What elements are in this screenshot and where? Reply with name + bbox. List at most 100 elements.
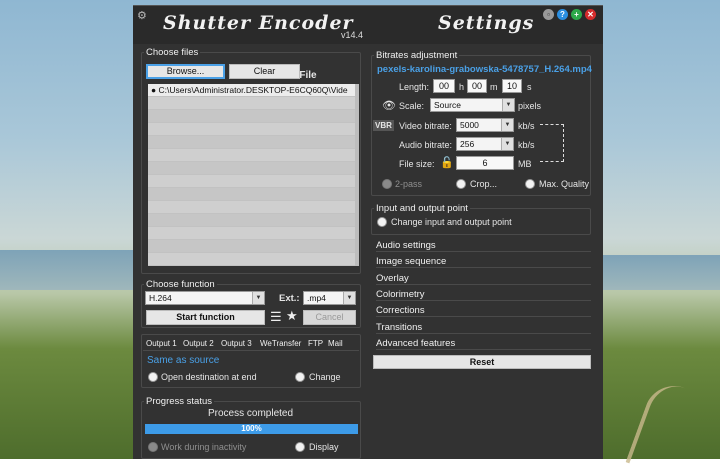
output-filename: pexels-karolina-grabowska-5478757_H.264.… [377,64,592,75]
file-path: C:\Users\Administrator.DESKTOP-E6CQ60Q\V… [158,85,348,95]
file-list[interactable]: ● C:\Users\Administrator.DESKTOP-E6CQ60Q… [148,84,355,266]
work-inactivity-radio[interactable] [148,442,158,452]
section-advanced-features[interactable]: Advanced features [376,338,591,350]
progress-bar: 100% [145,424,358,434]
section-transitions[interactable]: Transitions [376,322,591,334]
clear-button[interactable]: Clear [229,64,300,79]
video-bitrate-label: Video bitrate: [399,121,452,131]
scale-label: Scale: [399,101,425,111]
maximize-icon[interactable]: + [571,9,582,20]
chevron-down-icon: ▼ [343,292,355,304]
chevron-down-icon: ▼ [501,138,513,150]
choose-files-legend: Choose files [144,47,201,58]
hill-path [625,377,685,472]
change-destination-radio[interactable] [295,372,305,382]
io-point-radio[interactable] [377,217,387,227]
audio-bitrate-label: Audio bitrate: [399,140,453,150]
section-image-sequence[interactable]: Image sequence [376,256,591,268]
extension-value: .mp4 [307,293,326,303]
list-row-empty [148,240,355,253]
list-row-empty [148,149,355,162]
list-row-empty [148,214,355,227]
audio-bitrate-value: 256 [460,139,475,149]
change-destination-label: Change [309,372,341,382]
list-row-empty [148,162,355,175]
bitrates-legend: Bitrates adjustment [374,50,460,61]
destination-path: Same as source [147,355,220,366]
crop-label: Crop... [470,179,498,189]
tab-mail[interactable]: Mail [328,339,343,348]
scale-unit: pixels [518,101,542,111]
video-bitrate-unit: kb/s [518,121,535,131]
file-list-scrollbar[interactable] [355,84,359,266]
file-size-input[interactable]: 6 [456,156,514,170]
io-point-label: Change input and output point [391,217,512,227]
tab-output-1[interactable]: Output 1 [146,339,177,348]
tab-ftp[interactable]: FTP [308,339,323,348]
hours-input[interactable]: 00 [433,79,455,93]
start-function-button[interactable]: Start function [146,310,265,325]
video-bitrate-select[interactable]: 5000 ▼ [456,118,514,132]
version-label: v14.4 [341,30,364,40]
minutes-unit: m [490,82,498,92]
seconds-unit: s [527,82,532,92]
function-select[interactable]: H.264 ▼ [145,291,265,305]
close-icon[interactable]: ✕ [585,9,596,20]
max-quality-label: Max. Quality [539,179,590,189]
display-label: Display [309,442,339,452]
length-label: Length: [399,82,430,92]
minimize-icon[interactable]: ▫ [543,9,554,20]
file-count-label: 1 File [291,70,317,81]
scale-value: Source [434,100,461,110]
tab-output-3[interactable]: Output 3 [221,339,252,348]
list-item[interactable]: ● C:\Users\Administrator.DESKTOP-E6CQ60Q… [148,84,355,97]
chevron-down-icon: ▼ [502,99,514,111]
section-overlay[interactable]: Overlay [376,273,591,285]
star-icon[interactable]: ★ [286,308,298,324]
section-colorimetry[interactable]: Colorimetry [376,289,591,301]
two-pass-radio[interactable] [382,179,392,189]
seconds-input[interactable]: 10 [502,79,522,93]
function-value: H.264 [149,293,172,303]
list-row-empty [148,201,355,214]
crop-radio[interactable] [456,179,466,189]
sea-right [603,255,720,290]
browse-button[interactable]: Browse... [146,64,225,79]
chevron-down-icon: ▼ [501,119,513,131]
menu-icon[interactable]: ☰ [270,309,282,325]
list-row-empty [148,175,355,188]
display-radio[interactable] [295,442,305,452]
open-destination-radio[interactable] [148,372,158,382]
eye-icon[interactable]: 👁 [382,99,396,112]
io-point-legend: Input and output point [374,203,470,214]
list-row-empty [148,227,355,240]
section-corrections[interactable]: Corrections [376,305,591,317]
tab-divider [143,350,359,351]
list-row-empty [148,123,355,136]
file-size-unit: MB [518,159,532,169]
tab-wetransfer[interactable]: WeTransfer [260,339,301,348]
section-audio-settings[interactable]: Audio settings [376,240,591,252]
max-quality-radio[interactable] [525,179,535,189]
app-title: Shutter Encoder [163,12,354,34]
list-row-empty [148,188,355,201]
lock-icon[interactable]: 🔓 [440,156,454,169]
list-row-empty [148,97,355,110]
open-destination-label: Open destination at end [161,372,257,382]
extension-select[interactable]: .mp4 ▼ [303,291,356,305]
cancel-button[interactable]: Cancel [303,310,356,325]
minutes-input[interactable]: 00 [467,79,487,93]
list-row-empty [148,253,355,266]
title-bar[interactable]: ⚙ Shutter Encoder v14.4 Settings ▫ ? + ✕ [133,6,603,44]
reset-button[interactable]: Reset [373,355,591,369]
ext-label: Ext.: [279,293,300,304]
help-icon[interactable]: ? [557,9,568,20]
audio-bitrate-select[interactable]: 256 ▼ [456,137,514,151]
tab-output-2[interactable]: Output 2 [183,339,214,348]
vbr-toggle[interactable]: VBR [373,120,394,131]
scale-select[interactable]: Source ▼ [430,98,515,112]
gear-icon[interactable]: ⚙ [137,9,147,22]
list-row-empty [148,136,355,149]
progress-status-text: Process completed [208,408,294,419]
progress-percent: 100% [241,424,262,433]
